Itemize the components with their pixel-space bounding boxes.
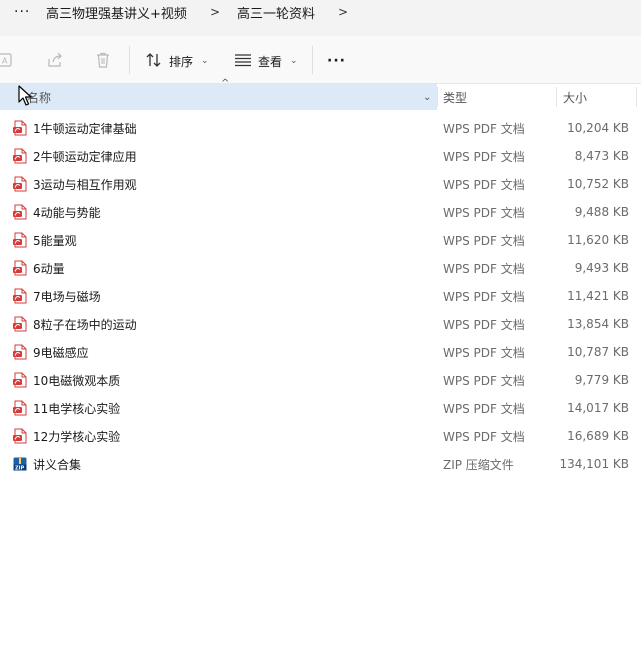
file-size: 10,204 KB xyxy=(567,121,629,135)
share-icon[interactable] xyxy=(45,50,65,70)
rename-icon[interactable]: A xyxy=(0,50,16,70)
column-divider[interactable] xyxy=(556,87,557,107)
file-type: WPS PDF 文档 xyxy=(443,317,525,332)
file-row[interactable]: 11电学核心实验 WPS PDF 文档 14,017 KB xyxy=(0,394,641,422)
delete-icon[interactable] xyxy=(93,50,113,70)
file-type: WPS PDF 文档 xyxy=(443,429,525,444)
sort-icon xyxy=(145,52,163,71)
file-name[interactable]: 11电学核心实验 xyxy=(33,394,120,422)
file-type: WPS PDF 文档 xyxy=(443,373,525,388)
breadcrumb-separator[interactable]: > xyxy=(338,0,348,24)
pdf-icon xyxy=(12,428,28,444)
pdf-icon xyxy=(12,316,28,332)
file-type: WPS PDF 文档 xyxy=(443,233,525,248)
file-size: 14,017 KB xyxy=(567,401,629,415)
command-bar: A 排序 ⌄ 查看 ⌄ ··· xyxy=(0,36,641,84)
file-name[interactable]: 10电磁微观本质 xyxy=(33,366,120,394)
file-row[interactable]: 4动能与势能 WPS PDF 文档 9,488 KB xyxy=(0,198,641,226)
breadcrumb-item-parent[interactable]: 高三物理强基讲义+视频 xyxy=(46,0,187,24)
file-row[interactable]: 2牛顿运动定律应用 WPS PDF 文档 8,473 KB xyxy=(0,142,641,170)
chevron-down-icon: ⌄ xyxy=(290,56,298,66)
file-type: WPS PDF 文档 xyxy=(443,205,525,220)
file-size: 9,779 KB xyxy=(574,373,629,387)
file-size: 13,854 KB xyxy=(567,317,629,331)
breadcrumb: ··· 高三物理强基讲义+视频 > 高三一轮资料 > xyxy=(0,0,641,36)
file-type: WPS PDF 文档 xyxy=(443,289,525,304)
file-row[interactable]: 9电磁感应 WPS PDF 文档 10,787 KB xyxy=(0,338,641,366)
file-row[interactable]: 10电磁微观本质 WPS PDF 文档 9,779 KB xyxy=(0,366,641,394)
file-name[interactable]: 12力学核心实验 xyxy=(33,422,120,450)
file-size: 134,101 KB xyxy=(559,457,629,471)
file-name[interactable]: 1牛顿运动定律基础 xyxy=(33,114,137,142)
column-header-size[interactable]: 大小 xyxy=(563,84,587,110)
sort-label: 排序 xyxy=(169,54,194,69)
pdf-icon xyxy=(12,176,28,192)
chevron-down-icon: ⌄ xyxy=(201,56,209,66)
pdf-icon xyxy=(12,204,28,220)
pdf-icon xyxy=(12,260,28,276)
column-header-type[interactable]: 类型 xyxy=(443,84,467,110)
file-row[interactable]: 7电场与磁场 WPS PDF 文档 11,421 KB xyxy=(0,282,641,310)
file-type: WPS PDF 文档 xyxy=(443,177,525,192)
breadcrumb-more-button[interactable]: ··· xyxy=(14,0,30,24)
view-button[interactable]: 查看 ⌄ xyxy=(234,48,298,74)
file-row[interactable]: 6动量 WPS PDF 文档 9,493 KB xyxy=(0,254,641,282)
more-options-button[interactable]: ··· xyxy=(327,48,346,74)
file-size: 10,752 KB xyxy=(567,177,629,191)
file-type: WPS PDF 文档 xyxy=(443,401,525,416)
sort-button[interactable]: 排序 ⌄ xyxy=(145,48,209,74)
file-name[interactable]: 讲义合集 xyxy=(33,450,81,478)
toolbar-divider xyxy=(312,46,313,74)
file-name[interactable]: 2牛顿运动定律应用 xyxy=(33,142,137,170)
file-row[interactable]: 3运动与相互作用观 WPS PDF 文档 10,752 KB xyxy=(0,170,641,198)
file-name[interactable]: 7电场与磁场 xyxy=(33,282,101,310)
column-header-row: ^ 名称 ⌄ 类型 大小 xyxy=(0,78,641,110)
pdf-icon xyxy=(12,148,28,164)
view-list-icon xyxy=(234,53,252,70)
file-name[interactable]: 3运动与相互作用观 xyxy=(33,170,137,198)
pdf-icon xyxy=(12,120,28,136)
zip-icon: ZIP xyxy=(12,456,28,472)
file-name[interactable]: 8粒子在场中的运动 xyxy=(33,310,137,338)
column-divider[interactable] xyxy=(636,87,637,107)
pdf-icon xyxy=(12,400,28,416)
pdf-icon xyxy=(12,288,28,304)
file-type: WPS PDF 文档 xyxy=(443,261,525,276)
breadcrumb-separator[interactable]: > xyxy=(210,0,220,24)
file-size: 11,620 KB xyxy=(567,233,629,247)
file-size: 9,488 KB xyxy=(574,205,629,219)
sort-ascending-icon: ^ xyxy=(221,78,230,89)
pdf-icon xyxy=(12,344,28,360)
pdf-icon xyxy=(12,232,28,248)
file-row[interactable]: 1牛顿运动定律基础 WPS PDF 文档 10,204 KB xyxy=(0,114,641,142)
file-row[interactable]: ZIP 讲义合集 ZIP 压缩文件 134,101 KB xyxy=(0,450,641,478)
file-name[interactable]: 5能量观 xyxy=(33,226,77,254)
file-size: 16,689 KB xyxy=(567,429,629,443)
breadcrumb-item-current[interactable]: 高三一轮资料 xyxy=(237,0,315,24)
svg-text:A: A xyxy=(2,57,8,66)
svg-text:ZIP: ZIP xyxy=(15,466,24,472)
mouse-cursor-icon xyxy=(18,85,32,106)
column-divider[interactable] xyxy=(437,87,438,107)
file-row[interactable]: 12力学核心实验 WPS PDF 文档 16,689 KB xyxy=(0,422,641,450)
file-type: WPS PDF 文档 xyxy=(443,149,525,164)
file-type: WPS PDF 文档 xyxy=(443,345,525,360)
file-size: 11,421 KB xyxy=(567,289,629,303)
file-size: 10,787 KB xyxy=(567,345,629,359)
file-size: 8,473 KB xyxy=(574,149,629,163)
file-type: ZIP 压缩文件 xyxy=(443,457,514,472)
file-row[interactable]: 5能量观 WPS PDF 文档 11,620 KB xyxy=(0,226,641,254)
file-name[interactable]: 4动能与势能 xyxy=(33,198,101,226)
file-name[interactable]: 6动量 xyxy=(33,254,65,282)
file-name[interactable]: 9电磁感应 xyxy=(33,338,89,366)
file-row[interactable]: 8粒子在场中的运动 WPS PDF 文档 13,854 KB xyxy=(0,310,641,338)
view-label: 查看 xyxy=(258,54,283,69)
pdf-icon xyxy=(12,372,28,388)
column-header-name[interactable] xyxy=(0,84,437,110)
toolbar-divider xyxy=(129,46,130,74)
chevron-down-icon[interactable]: ⌄ xyxy=(423,84,431,110)
file-size: 9,493 KB xyxy=(574,261,629,275)
file-type: WPS PDF 文档 xyxy=(443,121,525,136)
